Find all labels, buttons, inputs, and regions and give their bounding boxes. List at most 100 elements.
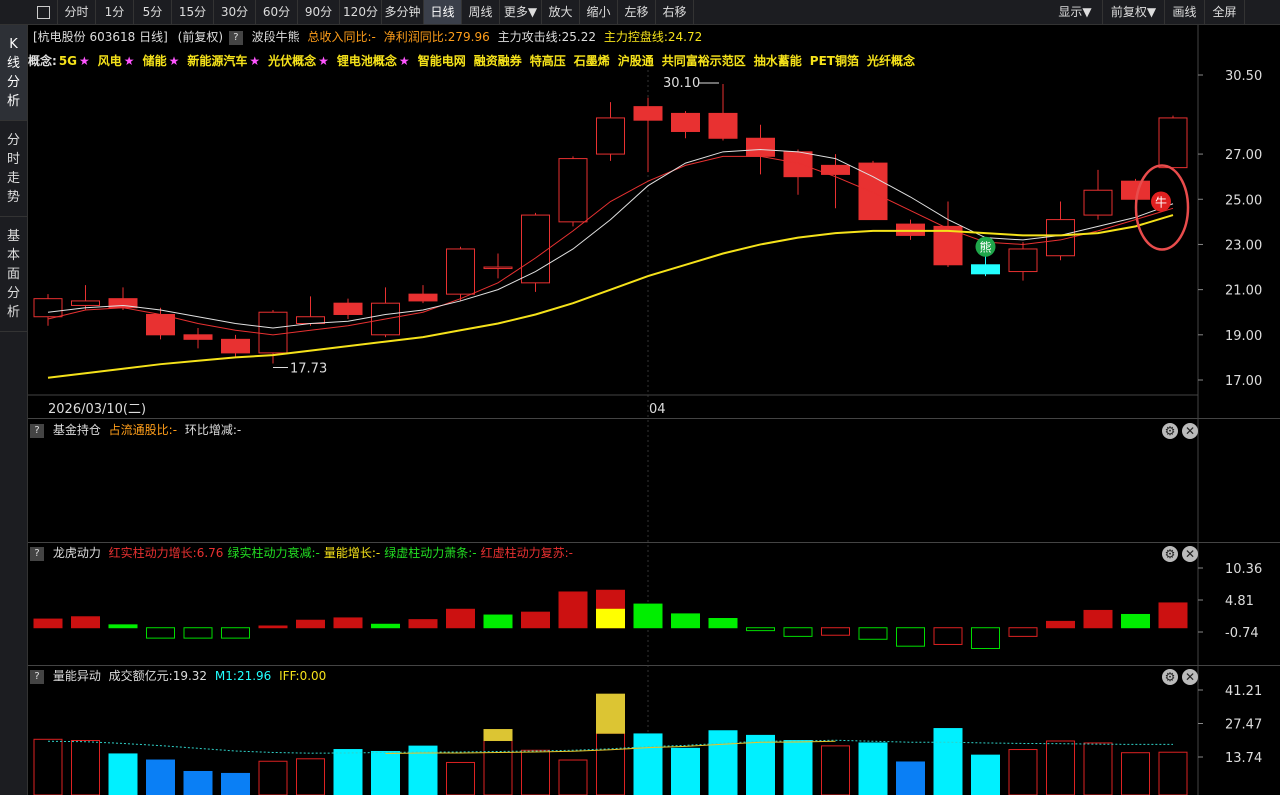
toolbar-btn-1[interactable]: 1分 [96, 0, 134, 24]
volume-bar [896, 761, 925, 795]
candle-body [258, 311, 288, 354]
toolbar-btn-5[interactable]: 60分 [256, 0, 298, 24]
y-tick-label: -0.74 [1225, 626, 1259, 641]
dragon-bar [633, 603, 663, 629]
volume-bar [33, 738, 63, 795]
gear-icon[interactable]: ⚙ [1162, 546, 1178, 562]
candle[interactable] [71, 285, 100, 310]
gear-icon[interactable]: ⚙ [1162, 669, 1178, 685]
candle[interactable] [1046, 201, 1075, 261]
volume-bar [108, 753, 138, 795]
toolbar-btn-6[interactable]: 90分 [298, 0, 340, 24]
volume-bar [971, 754, 1000, 795]
candle-body [183, 334, 213, 340]
candle[interactable] [1158, 115, 1188, 170]
candle[interactable] [183, 328, 213, 349]
toolbar-btn-10[interactable]: 周线 [462, 0, 500, 24]
dragon-title: 龙虎动力 [52, 546, 101, 560]
volume-bar [1008, 749, 1038, 795]
toolbar-btn-13[interactable]: 缩小 [580, 0, 618, 24]
help-icon[interactable]: ? [30, 423, 44, 438]
candle[interactable] [1008, 242, 1038, 281]
dragon-legend-item: 红虚柱动力复苏:- [480, 546, 573, 560]
candle-body [671, 112, 700, 132]
toolbar-right-btn-2[interactable]: 画线 [1165, 0, 1205, 24]
gear-icon[interactable]: ⚙ [1162, 423, 1178, 439]
toolbar-btn-2[interactable]: 5分 [134, 0, 172, 24]
candle[interactable] [33, 294, 63, 326]
candle-body [446, 248, 475, 295]
close-icon[interactable]: ✕ [1182, 546, 1198, 562]
volume-amount: 成交额亿元:19.32 [108, 669, 208, 683]
volume-bar-highlight [596, 693, 625, 734]
volume-bar [1046, 740, 1075, 795]
toolbar-right-btn-1[interactable]: 前复权▼ [1103, 0, 1165, 24]
toolbar-btn-15[interactable]: 右移 [656, 0, 694, 24]
month-label: 04 [649, 402, 666, 417]
candle[interactable] [633, 97, 663, 173]
dragon-bar [483, 614, 513, 629]
grid-icon[interactable] [30, 0, 58, 24]
toolbar-right-btn-3[interactable]: 全屏 [1205, 0, 1245, 24]
candle-body [221, 338, 250, 354]
sidebar-item-0[interactable]: K线分析 [0, 25, 27, 121]
toolbar-btn-7[interactable]: 120分 [340, 0, 382, 24]
toolbar-btn-9[interactable]: 日线 [424, 0, 462, 24]
candle[interactable] [446, 246, 475, 301]
candle-body [558, 158, 588, 223]
toolbar-right-btn-0[interactable]: 显示▼ [1048, 0, 1103, 24]
candle[interactable] [933, 201, 963, 268]
toolbar-btn-4[interactable]: 30分 [214, 0, 256, 24]
dragon-bar [183, 627, 213, 639]
m1-line [47, 739, 1173, 754]
candle[interactable] [896, 219, 925, 240]
y-tick-label: 21.00 [1225, 284, 1262, 299]
fund-panel-header: ? 基金持仓 占流通股比:- 环比增减:- [28, 420, 241, 440]
candle[interactable] [483, 253, 513, 279]
dragon-bar [333, 617, 363, 629]
toolbar-btn-11[interactable]: 更多▼ [500, 0, 542, 24]
volume-bar [671, 747, 700, 795]
candle[interactable] [671, 111, 700, 139]
candle[interactable] [371, 287, 400, 338]
candle[interactable] [333, 298, 363, 319]
volume-iff: IFF:0.00 [279, 669, 327, 683]
candle-body [896, 223, 925, 236]
close-icon[interactable]: ✕ [1182, 669, 1198, 685]
toolbar-btn-8[interactable]: 多分钟 [382, 0, 424, 24]
volume-bar [183, 770, 213, 795]
volume-bar [146, 759, 175, 795]
candle[interactable] [971, 253, 1000, 277]
candle[interactable] [558, 156, 588, 227]
y-tick-label: 10.36 [1225, 562, 1262, 577]
toolbar-btn-14[interactable]: 左移 [618, 0, 656, 24]
help-icon[interactable]: ? [30, 546, 44, 561]
candle-body [633, 106, 663, 121]
candle[interactable] [596, 102, 625, 161]
candle[interactable] [296, 296, 325, 326]
close-icon[interactable]: ✕ [1182, 423, 1198, 439]
candle[interactable] [1083, 169, 1113, 220]
help-icon[interactable]: ? [30, 669, 44, 684]
fund-change: 环比增减:- [184, 423, 242, 437]
candle[interactable] [521, 212, 550, 292]
candle[interactable] [858, 160, 888, 221]
candle[interactable] [708, 84, 738, 141]
volume-bar [71, 740, 100, 795]
candle[interactable] [221, 334, 250, 358]
toolbar-btn-3[interactable]: 15分 [172, 0, 214, 24]
candle-body [1008, 248, 1038, 273]
chart-panel: [杭电股份 603618 日线] (前复权) ? 波段牛熊 总收入同比:- 净利… [28, 25, 1280, 795]
candle[interactable] [408, 285, 438, 304]
candle[interactable] [783, 149, 813, 195]
sidebar-item-2[interactable]: 基本面分析 [0, 217, 27, 332]
volume-bar [633, 733, 663, 795]
volume-bar [521, 749, 550, 795]
toolbar-btn-12[interactable]: 放大 [542, 0, 580, 24]
divider [28, 418, 1280, 419]
toolbar-btn-0[interactable]: 分时 [58, 0, 96, 24]
sidebar-item-1[interactable]: 分时走势 [0, 121, 27, 217]
volume-bar [746, 734, 775, 795]
dragon-bar [971, 627, 1000, 649]
dragon-bar [446, 608, 475, 629]
